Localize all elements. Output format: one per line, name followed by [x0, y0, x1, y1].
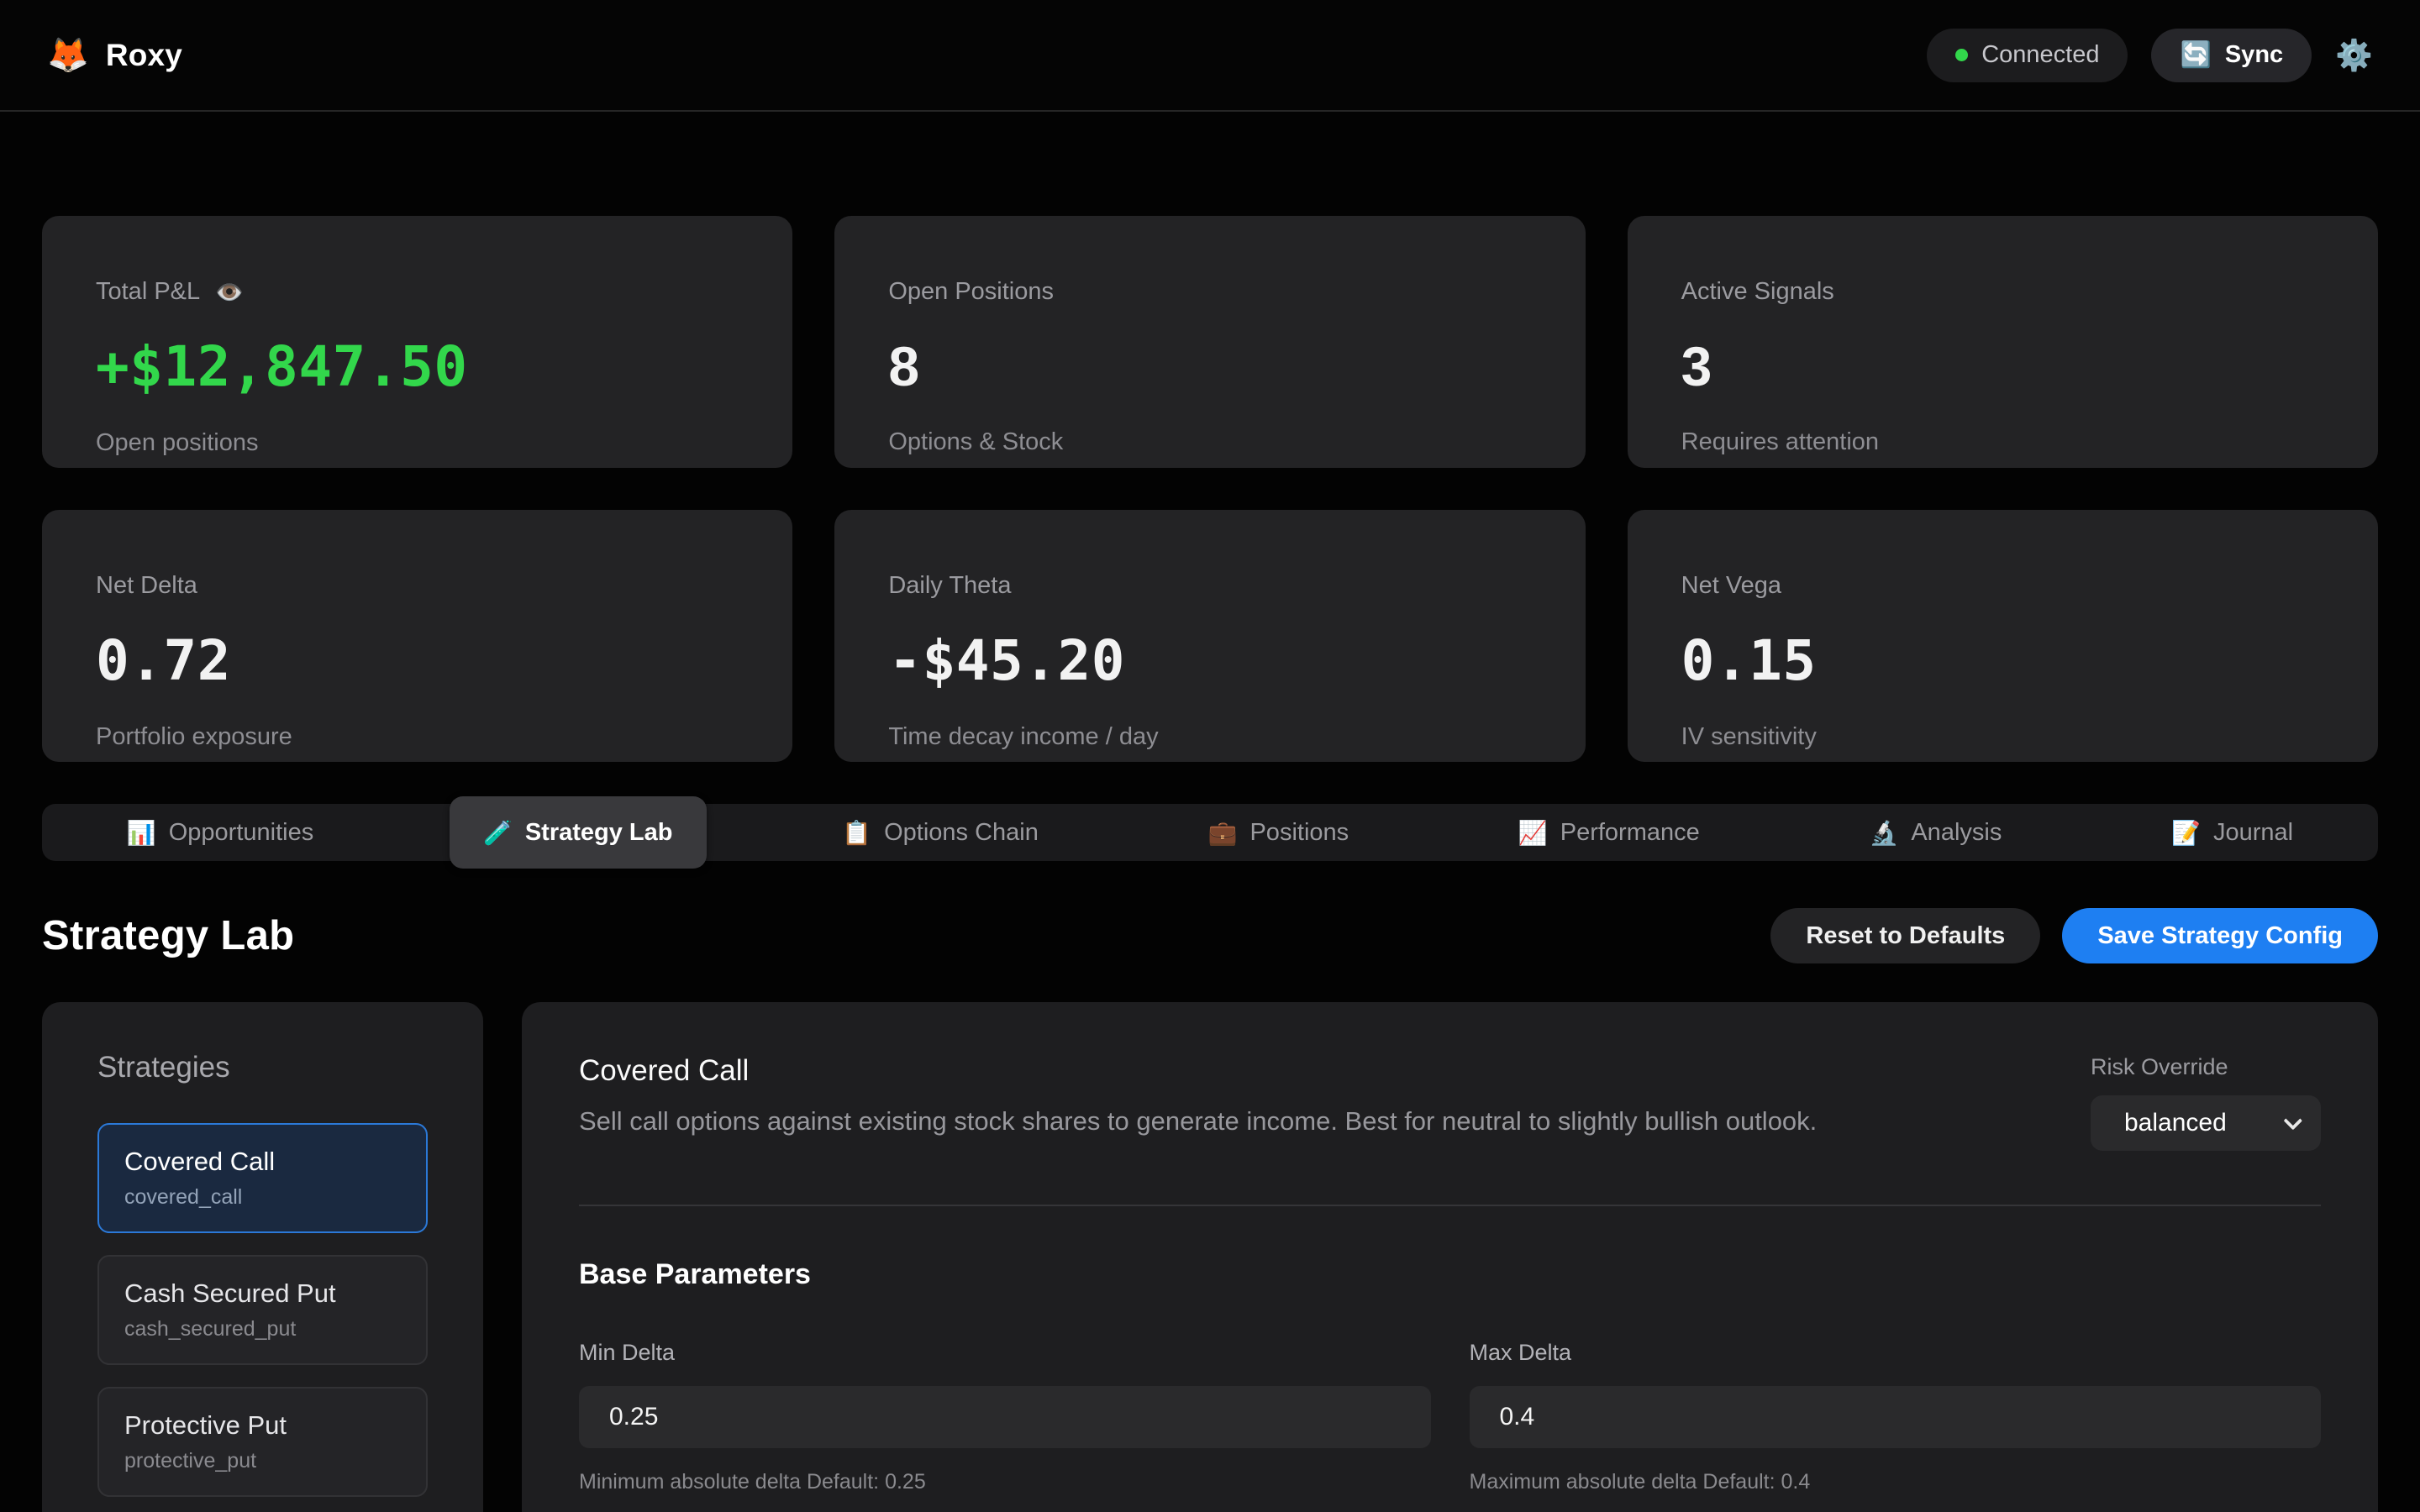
tab-journal[interactable]: 📝 Journal: [2138, 804, 2327, 861]
stats-grid: Total P&L 👁️ +$12,847.50 Open positions …: [42, 216, 2378, 762]
stat-value: +$12,847.50: [96, 334, 739, 399]
min-delta-input[interactable]: [579, 1386, 1431, 1448]
chart-up-icon: 📈: [1518, 819, 1548, 847]
panel-header-text: Covered Call Sell call options against e…: [579, 1054, 1817, 1137]
stat-label: Total P&L: [96, 278, 200, 306]
memo-icon: 📝: [2171, 819, 2201, 847]
risk-override-value: balanced: [2124, 1109, 2227, 1137]
top-actions: Connected 🔄 Sync ⚙️: [1927, 29, 2373, 82]
strategy-description: Sell call options against existing stock…: [579, 1106, 1817, 1137]
tab-positions[interactable]: 💼 Positions: [1175, 804, 1383, 861]
stat-subtext: Time decay income / day: [888, 723, 1531, 751]
tab-label: Strategy Lab: [525, 819, 673, 847]
main-tabbar: 📊 Opportunities 🧪 Strategy Lab 📋 Options…: [42, 804, 2378, 861]
settings-gear-icon[interactable]: ⚙️: [2335, 40, 2373, 71]
stat-subtext: Requires attention: [1681, 428, 2324, 456]
stat-label: Open Positions: [888, 278, 1054, 306]
stat-card-net-vega: Net Vega 0.15 IV sensitivity: [1628, 510, 2378, 762]
tab-label: Positions: [1249, 819, 1349, 847]
stat-value: -$45.20: [888, 628, 1531, 693]
tab-label: Options Chain: [884, 819, 1039, 847]
stat-card-daily-theta: Daily Theta -$45.20 Time decay income / …: [834, 510, 1585, 762]
clipboard-icon: 📋: [842, 819, 871, 847]
stat-card-active-signals: Active Signals 3 Requires attention: [1628, 216, 2378, 468]
tab-options-chain[interactable]: 📋 Options Chain: [808, 804, 1072, 861]
tab-label: Opportunities: [169, 819, 314, 847]
briefcase-icon: 💼: [1208, 819, 1238, 847]
param-max-delta: Max Delta Maximum absolute delta Default…: [1470, 1340, 2322, 1494]
test-tube-icon: 🧪: [483, 819, 513, 847]
tab-label: Journal: [2213, 819, 2293, 847]
stat-subtext: Options & Stock: [888, 428, 1531, 456]
bar-chart-icon: 📊: [127, 819, 156, 847]
brand: 🦊 Roxy: [47, 38, 182, 73]
stat-label: Daily Theta: [888, 572, 1011, 600]
strategy-id: protective_put: [124, 1449, 401, 1473]
tab-label: Performance: [1560, 819, 1700, 847]
connection-status-label: Connected: [1981, 41, 2099, 69]
tab-opportunities[interactable]: 📊 Opportunities: [93, 804, 347, 861]
sidebar-title: Strategies: [97, 1051, 428, 1084]
strategy-name: Cash Secured Put: [124, 1278, 401, 1309]
stat-value: 3: [1681, 334, 2324, 398]
save-strategy-config-button[interactable]: Save Strategy Config: [2062, 908, 2378, 963]
stat-value: 0.15: [1681, 628, 2324, 693]
stat-value: 8: [888, 334, 1531, 398]
param-help: Minimum absolute delta Default: 0.25: [579, 1470, 1431, 1494]
strategy-item-protective-put[interactable]: Protective Put protective_put: [97, 1387, 428, 1497]
param-min-delta: Min Delta Minimum absolute delta Default…: [579, 1340, 1431, 1494]
sync-icon: 🔄: [2180, 40, 2211, 70]
connection-status-badge: Connected: [1927, 29, 2128, 82]
strategy-list: Covered Call covered_call Cash Secured P…: [97, 1123, 428, 1512]
content-area: Strategies Covered Call covered_call Cas…: [42, 1002, 2378, 1512]
stat-card-total-pnl: Total P&L 👁️ +$12,847.50 Open positions: [42, 216, 792, 468]
tab-label: Analysis: [1911, 819, 2002, 847]
strategy-item-covered-call[interactable]: Covered Call covered_call: [97, 1123, 428, 1233]
tab-strategy-lab[interactable]: 🧪 Strategy Lab: [450, 796, 707, 869]
stat-label: Net Delta: [96, 572, 197, 600]
stat-label: Net Vega: [1681, 572, 1781, 600]
stat-card-net-delta: Net Delta 0.72 Portfolio exposure: [42, 510, 792, 762]
sync-label: Sync: [2225, 41, 2283, 69]
strategy-name: Covered Call: [124, 1147, 401, 1177]
strategy-item-cash-secured-put[interactable]: Cash Secured Put cash_secured_put: [97, 1255, 428, 1365]
stat-value: 0.72: [96, 628, 739, 693]
microscope-icon: 🔬: [1869, 819, 1898, 847]
base-parameters-title: Base Parameters: [579, 1258, 2321, 1291]
risk-override-select[interactable]: balanced: [2091, 1095, 2321, 1151]
stat-subtext: IV sensitivity: [1681, 723, 2324, 751]
param-help: Maximum absolute delta Default: 0.4: [1470, 1470, 2322, 1494]
param-label: Max Delta: [1470, 1340, 2322, 1366]
strategy-title: Covered Call: [579, 1054, 1817, 1088]
section-divider: [579, 1205, 2321, 1206]
parameters-grid: Min Delta Minimum absolute delta Default…: [579, 1340, 2321, 1512]
stat-subtext: Portfolio exposure: [96, 723, 739, 751]
stat-subtext: Open positions: [96, 429, 739, 457]
app-title: Roxy: [106, 38, 182, 73]
chevron-down-icon: [2284, 1111, 2303, 1131]
strategies-sidebar: Strategies Covered Call covered_call Cas…: [42, 1002, 483, 1512]
risk-override-group: Risk Override balanced: [2091, 1054, 2321, 1151]
param-label: Min Delta: [579, 1340, 1431, 1366]
top-bar: 🦊 Roxy Connected 🔄 Sync ⚙️: [0, 0, 2420, 112]
reset-defaults-button[interactable]: Reset to Defaults: [1770, 908, 2040, 963]
risk-override-label: Risk Override: [2091, 1054, 2321, 1080]
strategy-config-panel: Covered Call Sell call options against e…: [522, 1002, 2378, 1512]
eye-toggle-icon[interactable]: 👁️: [215, 279, 244, 306]
tab-performance[interactable]: 📈 Performance: [1485, 804, 1733, 861]
page-heading-row: Strategy Lab Reset to Defaults Save Stra…: [42, 908, 2378, 963]
strategy-id: covered_call: [124, 1185, 401, 1210]
page-title: Strategy Lab: [42, 912, 294, 959]
max-delta-input[interactable]: [1470, 1386, 2322, 1448]
fox-logo-icon: 🦊: [47, 39, 89, 72]
strategy-name: Protective Put: [124, 1410, 401, 1441]
page-actions: Reset to Defaults Save Strategy Config: [1770, 908, 2378, 963]
sync-button[interactable]: 🔄 Sync: [2151, 29, 2312, 82]
connected-dot-icon: [1955, 49, 1968, 61]
stat-card-open-positions: Open Positions 8 Options & Stock: [834, 216, 1585, 468]
tab-analysis[interactable]: 🔬 Analysis: [1835, 804, 2035, 861]
panel-header: Covered Call Sell call options against e…: [579, 1054, 2321, 1151]
stat-label: Active Signals: [1681, 278, 1834, 306]
strategy-id: cash_secured_put: [124, 1317, 401, 1341]
